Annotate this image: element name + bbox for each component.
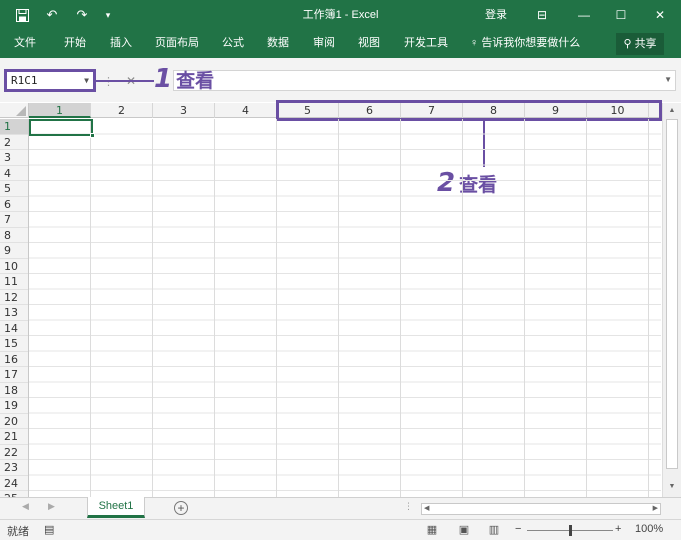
callout-1: 1 查看 [154,64,214,94]
row-header[interactable]: 20 [0,414,28,429]
row-header[interactable]: 5 [0,181,28,197]
row-header[interactable]: 23 [0,460,28,476]
title-bar: ↶ ↷ ▾ 工作簿1 - Excel 登录 ⊟ — ☐ ✕ [0,0,681,30]
callout-1-number: 1 [154,64,173,94]
sheet-bar: ◀ ▶ Sheet1 + ⋮ ◀ ▶ [0,497,681,519]
status-bar: 就绪 ▤ ▦ ▣ ▥ − + 100% [0,519,681,540]
share-label: 共享 [634,38,657,50]
scroll-left-icon[interactable]: ◀ [424,504,429,514]
callout-1-line [96,80,154,82]
row-header[interactable]: 15 [0,336,28,352]
login-link[interactable]: 登录 [478,0,514,30]
tab-page-layout[interactable]: 页面布局 [155,30,199,58]
redo-icon[interactable]: ↷ [72,0,92,30]
column-header[interactable]: 4 [215,103,277,118]
row-header[interactable]: 7 [0,212,28,228]
minimize-icon[interactable]: — [574,0,594,30]
tell-me-box[interactable]: ♀ 告诉我你想要做什么 [470,30,580,58]
tab-split-handle-icon[interactable]: ⋮ [404,501,413,512]
row-header[interactable]: 14 [0,321,28,336]
cell-grid[interactable] [29,119,661,497]
scroll-down-icon[interactable]: ▼ [666,481,678,493]
chevron-down-icon[interactable]: ▼ [84,72,89,89]
row-header[interactable]: 9 [0,243,28,259]
sheet-tab[interactable]: Sheet1 [87,497,145,518]
row-header[interactable]: 22 [0,445,28,460]
tab-home[interactable]: 开始 [64,30,86,58]
undo-icon[interactable]: ↶ [42,0,62,30]
fill-handle[interactable] [90,133,95,138]
tab-review[interactable]: 审阅 [313,30,335,58]
zoom-out-icon[interactable]: − [515,523,521,535]
row-header[interactable]: 21 [0,429,28,445]
zoom-in-icon[interactable]: + [615,523,621,535]
row-header[interactable]: 12 [0,290,28,305]
select-all-corner[interactable] [0,103,29,118]
tab-file[interactable]: 文件 [14,30,36,58]
row-header[interactable]: 24 [0,476,28,491]
callout-1-text: 查看 [176,71,215,92]
normal-view-icon[interactable]: ▦ [424,523,440,537]
tab-view[interactable]: 视图 [358,30,380,58]
column-header[interactable]: 2 [91,103,153,118]
ribbon-display-options-icon[interactable]: ⊟ [532,0,552,30]
expand-formula-bar-icon[interactable]: ▼ [664,75,672,84]
row-headers: 1234567891011121314151617181920212223242… [0,119,29,497]
tab-data[interactable]: 数据 [267,30,289,58]
save-icon[interactable] [12,0,32,30]
row-header[interactable]: 18 [0,383,28,398]
active-cell[interactable] [29,119,95,138]
row-header[interactable]: 16 [0,352,28,367]
prev-sheet-icon[interactable]: ◀ [22,501,29,512]
column-header[interactable]: 1 [29,103,91,118]
column-header[interactable]: 3 [153,103,215,118]
zoom-level[interactable]: 100% [635,523,663,535]
add-sheet-icon[interactable]: + [174,501,188,515]
page-break-view-icon[interactable]: ▥ [486,523,502,537]
row-header[interactable]: 19 [0,398,28,414]
callout-2-highlight-box [276,100,662,121]
vertical-scrollbar[interactable]: ▲ ▼ [662,103,681,497]
horizontal-scrollbar[interactable]: ◀ ▶ [421,503,661,515]
row-header[interactable]: 4 [0,166,28,181]
maximize-icon[interactable]: ☐ [611,0,631,30]
close-icon[interactable]: ✕ [650,0,670,30]
row-header[interactable]: 11 [0,274,28,290]
macro-record-icon[interactable]: ▤ [44,523,54,536]
scroll-up-icon[interactable]: ▲ [666,105,678,117]
formula-input[interactable]: ▼ [173,70,676,91]
page-layout-view-icon[interactable]: ▣ [456,523,472,537]
ribbon-tabs: 文件 开始 插入 页面布局 公式 数据 审阅 视图 开发工具 ♀ 告诉我你想要做… [0,30,681,58]
scroll-right-icon[interactable]: ▶ [653,504,658,514]
row-header[interactable]: 10 [0,259,28,274]
row-header[interactable]: 13 [0,305,28,321]
zoom-slider-thumb[interactable] [569,525,572,536]
tell-me-label: 告诉我你想要做什么 [481,37,581,49]
share-button[interactable]: ⚲ 共享 [616,33,664,55]
name-box-value: R1C1 [11,74,38,87]
row-header[interactable]: 1 [0,119,28,135]
person-icon: ⚲ [623,38,632,50]
row-header[interactable]: 3 [0,150,28,166]
status-ready: 就绪 [7,526,29,538]
row-header[interactable]: 8 [0,228,28,243]
tab-insert[interactable]: 插入 [110,30,132,58]
tab-developer[interactable]: 开发工具 [404,30,448,58]
row-header[interactable]: 6 [0,197,28,212]
lightbulb-icon: ♀ [470,37,479,49]
row-header[interactable]: 2 [0,135,28,150]
tab-formulas[interactable]: 公式 [222,30,244,58]
vertical-scroll-thumb[interactable] [666,119,678,469]
customize-quick-access-icon[interactable]: ▾ [100,0,116,30]
row-header[interactable]: 17 [0,367,28,383]
next-sheet-icon[interactable]: ▶ [48,501,55,512]
name-box[interactable]: R1C1 ▼ [4,69,96,92]
